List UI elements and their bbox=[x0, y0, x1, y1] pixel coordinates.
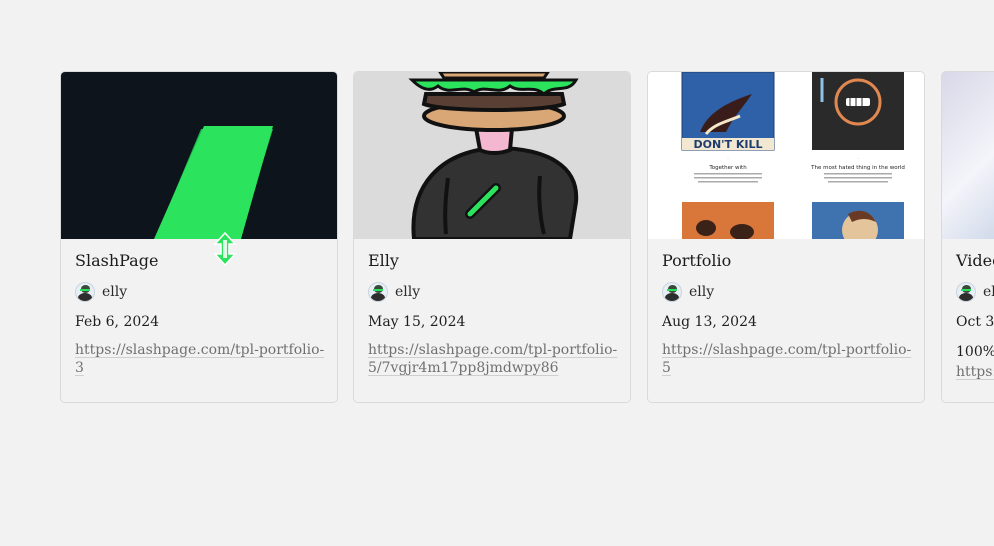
page-frame: SlashPage elly Feb 6, 2024 https://slash… bbox=[0, 0, 994, 546]
template-card-slashpage[interactable]: SlashPage elly Feb 6, 2024 https://slash… bbox=[60, 71, 338, 403]
card-author: elly bbox=[662, 281, 912, 303]
card-progress: 100% bbox=[956, 344, 994, 360]
card-thumbnail bbox=[61, 72, 337, 239]
card-url-link[interactable]: https://sl bbox=[956, 363, 994, 381]
slashpage-logo-thumbnail bbox=[154, 126, 273, 239]
poster-heading-right: The most hated thing in the world bbox=[810, 165, 905, 171]
card-author: elly bbox=[956, 281, 994, 303]
template-card-list: SlashPage elly Feb 6, 2024 https://slash… bbox=[0, 71, 994, 406]
template-card-video[interactable]: Video elly Oct 31 100% https://sl bbox=[941, 71, 994, 403]
elly-character-thumbnail bbox=[408, 72, 579, 239]
card-thumbnail: DON'T KILL · Together with · The most ha… bbox=[648, 72, 924, 239]
card-date: Aug 13, 2024 bbox=[662, 314, 757, 330]
portfolio-posters-thumbnail: DON'T KILL · Together with · The most ha… bbox=[681, 72, 905, 239]
template-card-elly[interactable]: Elly elly May 15, 2024 https://slashpage… bbox=[353, 71, 631, 403]
svg-text:·: · bbox=[857, 156, 858, 161]
resize-vertical-icon bbox=[213, 232, 237, 266]
card-title: Elly bbox=[368, 251, 399, 270]
card-url-link[interactable]: https://slashpage.com/tpl-portfolio-5/7v… bbox=[368, 341, 618, 377]
poster-heading-left: Together with bbox=[708, 165, 747, 171]
card-title: Video bbox=[956, 251, 994, 270]
author-name: elly bbox=[395, 284, 421, 300]
card-date: May 15, 2024 bbox=[368, 314, 466, 330]
card-thumbnail bbox=[942, 72, 994, 239]
card-title: SlashPage bbox=[75, 251, 159, 270]
card-url-link[interactable]: https://slashpage.com/tpl-portfolio-5 bbox=[662, 341, 912, 377]
card-date: Feb 6, 2024 bbox=[75, 314, 160, 330]
card-thumbnail bbox=[354, 72, 630, 239]
card-author: elly bbox=[368, 281, 618, 303]
card-title: Portfolio bbox=[662, 251, 732, 270]
card-url-link[interactable]: https://slashpage.com/tpl-portfolio-3 bbox=[75, 341, 325, 377]
avatar-icon bbox=[368, 282, 388, 302]
poster-caption: DON'T KILL bbox=[693, 138, 762, 151]
author-name: elly bbox=[102, 284, 128, 300]
avatar-icon bbox=[75, 282, 95, 302]
avatar-icon bbox=[956, 282, 976, 302]
author-name: elly bbox=[689, 284, 715, 300]
card-date: Oct 31 bbox=[956, 314, 994, 330]
avatar-icon bbox=[662, 282, 682, 302]
template-card-portfolio[interactable]: DON'T KILL · Together with · The most ha… bbox=[647, 71, 925, 403]
author-name: elly bbox=[983, 284, 994, 300]
card-author: elly bbox=[75, 281, 325, 303]
svg-text:·: · bbox=[727, 156, 728, 161]
